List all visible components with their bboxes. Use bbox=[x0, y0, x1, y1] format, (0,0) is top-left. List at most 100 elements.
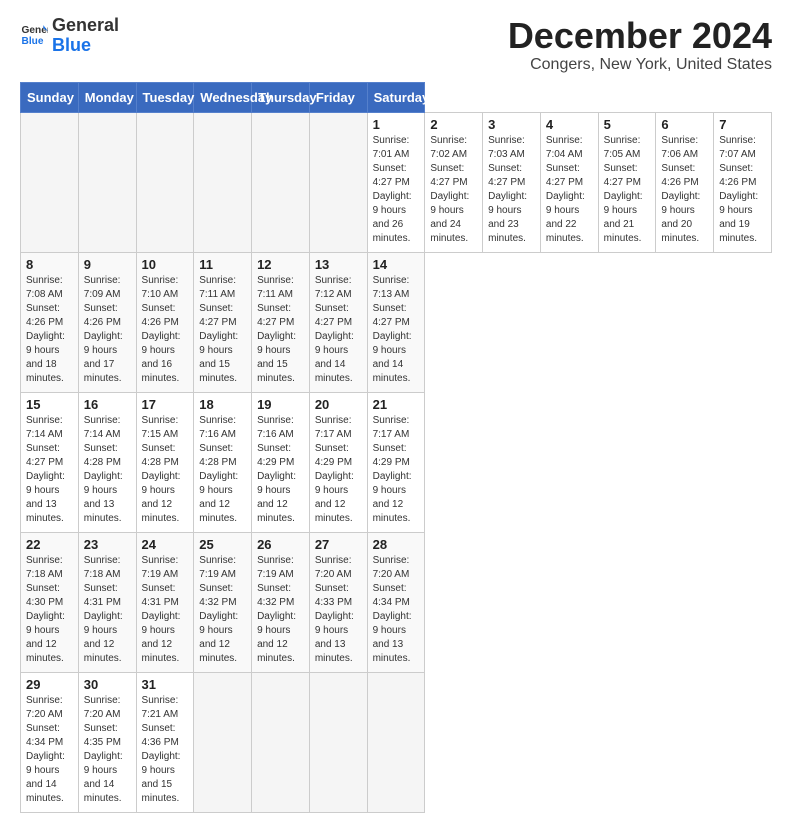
day-info: Sunrise: 7:19 AMSunset: 4:32 PMDaylight:… bbox=[199, 555, 238, 664]
calendar-cell: 30 Sunrise: 7:20 AMSunset: 4:35 PMDaylig… bbox=[78, 672, 136, 812]
day-info: Sunrise: 7:08 AMSunset: 4:26 PMDaylight:… bbox=[26, 275, 65, 384]
logo-icon: General Blue bbox=[20, 22, 48, 50]
day-number: 3 bbox=[488, 117, 535, 132]
calendar-week-1: 1 Sunrise: 7:01 AMSunset: 4:27 PMDayligh… bbox=[21, 112, 772, 252]
calendar-cell: 28 Sunrise: 7:20 AMSunset: 4:34 PMDaylig… bbox=[367, 532, 425, 672]
day-header-monday: Monday bbox=[78, 82, 136, 112]
day-info: Sunrise: 7:03 AMSunset: 4:27 PMDaylight:… bbox=[488, 135, 527, 244]
day-number: 2 bbox=[430, 117, 477, 132]
day-info: Sunrise: 7:13 AMSunset: 4:27 PMDaylight:… bbox=[373, 275, 412, 384]
calendar-cell: 9 Sunrise: 7:09 AMSunset: 4:26 PMDayligh… bbox=[78, 252, 136, 392]
day-number: 14 bbox=[373, 257, 420, 272]
day-number: 24 bbox=[142, 537, 189, 552]
day-header-wednesday: Wednesday bbox=[194, 82, 252, 112]
svg-text:Blue: Blue bbox=[22, 36, 44, 47]
day-number: 7 bbox=[719, 117, 766, 132]
day-info: Sunrise: 7:17 AMSunset: 4:29 PMDaylight:… bbox=[373, 415, 412, 524]
day-number: 20 bbox=[315, 397, 362, 412]
day-number: 31 bbox=[142, 677, 189, 692]
day-info: Sunrise: 7:01 AMSunset: 4:27 PMDaylight:… bbox=[373, 135, 412, 244]
calendar-cell: 15 Sunrise: 7:14 AMSunset: 4:27 PMDaylig… bbox=[21, 392, 79, 532]
calendar-cell: 10 Sunrise: 7:10 AMSunset: 4:26 PMDaylig… bbox=[136, 252, 194, 392]
day-number: 6 bbox=[661, 117, 708, 132]
day-info: Sunrise: 7:16 AMSunset: 4:28 PMDaylight:… bbox=[199, 415, 238, 524]
calendar-cell: 6 Sunrise: 7:06 AMSunset: 4:26 PMDayligh… bbox=[656, 112, 714, 252]
calendar-cell: 8 Sunrise: 7:08 AMSunset: 4:26 PMDayligh… bbox=[21, 252, 79, 392]
day-header-friday: Friday bbox=[309, 82, 367, 112]
calendar: SundayMondayTuesdayWednesdayThursdayFrid… bbox=[20, 82, 772, 813]
day-info: Sunrise: 7:11 AMSunset: 4:27 PMDaylight:… bbox=[199, 275, 238, 384]
calendar-cell: 21 Sunrise: 7:17 AMSunset: 4:29 PMDaylig… bbox=[367, 392, 425, 532]
calendar-cell: 13 Sunrise: 7:12 AMSunset: 4:27 PMDaylig… bbox=[309, 252, 367, 392]
calendar-cell: 2 Sunrise: 7:02 AMSunset: 4:27 PMDayligh… bbox=[425, 112, 483, 252]
day-info: Sunrise: 7:17 AMSunset: 4:29 PMDaylight:… bbox=[315, 415, 354, 524]
calendar-cell: 22 Sunrise: 7:18 AMSunset: 4:30 PMDaylig… bbox=[21, 532, 79, 672]
day-number: 29 bbox=[26, 677, 73, 692]
day-number: 13 bbox=[315, 257, 362, 272]
day-number: 16 bbox=[84, 397, 131, 412]
calendar-cell: 17 Sunrise: 7:15 AMSunset: 4:28 PMDaylig… bbox=[136, 392, 194, 532]
calendar-cell bbox=[194, 672, 252, 812]
calendar-cell bbox=[252, 112, 310, 252]
day-info: Sunrise: 7:05 AMSunset: 4:27 PMDaylight:… bbox=[604, 135, 643, 244]
calendar-cell bbox=[21, 112, 79, 252]
calendar-week-3: 15 Sunrise: 7:14 AMSunset: 4:27 PMDaylig… bbox=[21, 392, 772, 532]
calendar-cell: 7 Sunrise: 7:07 AMSunset: 4:26 PMDayligh… bbox=[714, 112, 772, 252]
calendar-cell: 29 Sunrise: 7:20 AMSunset: 4:34 PMDaylig… bbox=[21, 672, 79, 812]
calendar-cell: 27 Sunrise: 7:20 AMSunset: 4:33 PMDaylig… bbox=[309, 532, 367, 672]
day-info: Sunrise: 7:18 AMSunset: 4:31 PMDaylight:… bbox=[84, 555, 123, 664]
day-number: 5 bbox=[604, 117, 651, 132]
day-number: 15 bbox=[26, 397, 73, 412]
day-number: 11 bbox=[199, 257, 246, 272]
calendar-cell: 18 Sunrise: 7:16 AMSunset: 4:28 PMDaylig… bbox=[194, 392, 252, 532]
calendar-cell bbox=[309, 112, 367, 252]
day-number: 8 bbox=[26, 257, 73, 272]
day-info: Sunrise: 7:16 AMSunset: 4:29 PMDaylight:… bbox=[257, 415, 296, 524]
month-title: December 2024 bbox=[508, 16, 772, 56]
calendar-cell: 20 Sunrise: 7:17 AMSunset: 4:29 PMDaylig… bbox=[309, 392, 367, 532]
day-info: Sunrise: 7:04 AMSunset: 4:27 PMDaylight:… bbox=[546, 135, 585, 244]
day-header-thursday: Thursday bbox=[252, 82, 310, 112]
day-info: Sunrise: 7:14 AMSunset: 4:28 PMDaylight:… bbox=[84, 415, 123, 524]
day-info: Sunrise: 7:12 AMSunset: 4:27 PMDaylight:… bbox=[315, 275, 354, 384]
day-number: 12 bbox=[257, 257, 304, 272]
calendar-cell: 26 Sunrise: 7:19 AMSunset: 4:32 PMDaylig… bbox=[252, 532, 310, 672]
day-info: Sunrise: 7:20 AMSunset: 4:35 PMDaylight:… bbox=[84, 695, 123, 804]
day-number: 22 bbox=[26, 537, 73, 552]
day-info: Sunrise: 7:14 AMSunset: 4:27 PMDaylight:… bbox=[26, 415, 65, 524]
day-number: 19 bbox=[257, 397, 304, 412]
day-number: 25 bbox=[199, 537, 246, 552]
day-number: 28 bbox=[373, 537, 420, 552]
day-info: Sunrise: 7:19 AMSunset: 4:31 PMDaylight:… bbox=[142, 555, 181, 664]
calendar-cell: 3 Sunrise: 7:03 AMSunset: 4:27 PMDayligh… bbox=[483, 112, 541, 252]
calendar-cell: 14 Sunrise: 7:13 AMSunset: 4:27 PMDaylig… bbox=[367, 252, 425, 392]
day-number: 23 bbox=[84, 537, 131, 552]
title-area: December 2024 Congers, New York, United … bbox=[508, 16, 772, 74]
day-number: 30 bbox=[84, 677, 131, 692]
day-info: Sunrise: 7:18 AMSunset: 4:30 PMDaylight:… bbox=[26, 555, 65, 664]
day-number: 10 bbox=[142, 257, 189, 272]
calendar-cell bbox=[194, 112, 252, 252]
calendar-cell: 5 Sunrise: 7:05 AMSunset: 4:27 PMDayligh… bbox=[598, 112, 656, 252]
day-number: 17 bbox=[142, 397, 189, 412]
day-info: Sunrise: 7:21 AMSunset: 4:36 PMDaylight:… bbox=[142, 695, 181, 804]
calendar-cell: 1 Sunrise: 7:01 AMSunset: 4:27 PMDayligh… bbox=[367, 112, 425, 252]
calendar-cell: 25 Sunrise: 7:19 AMSunset: 4:32 PMDaylig… bbox=[194, 532, 252, 672]
calendar-week-4: 22 Sunrise: 7:18 AMSunset: 4:30 PMDaylig… bbox=[21, 532, 772, 672]
header: General Blue General Blue December 2024 … bbox=[20, 16, 772, 74]
logo-general: General bbox=[52, 15, 119, 35]
day-info: Sunrise: 7:19 AMSunset: 4:32 PMDaylight:… bbox=[257, 555, 296, 664]
calendar-week-5: 29 Sunrise: 7:20 AMSunset: 4:34 PMDaylig… bbox=[21, 672, 772, 812]
calendar-cell bbox=[309, 672, 367, 812]
day-header-tuesday: Tuesday bbox=[136, 82, 194, 112]
calendar-cell: 31 Sunrise: 7:21 AMSunset: 4:36 PMDaylig… bbox=[136, 672, 194, 812]
day-info: Sunrise: 7:07 AMSunset: 4:26 PMDaylight:… bbox=[719, 135, 758, 244]
day-header-sunday: Sunday bbox=[21, 82, 79, 112]
day-number: 26 bbox=[257, 537, 304, 552]
day-number: 9 bbox=[84, 257, 131, 272]
calendar-cell: 11 Sunrise: 7:11 AMSunset: 4:27 PMDaylig… bbox=[194, 252, 252, 392]
calendar-cell bbox=[136, 112, 194, 252]
day-header-saturday: Saturday bbox=[367, 82, 425, 112]
day-number: 4 bbox=[546, 117, 593, 132]
location: Congers, New York, United States bbox=[508, 56, 772, 74]
